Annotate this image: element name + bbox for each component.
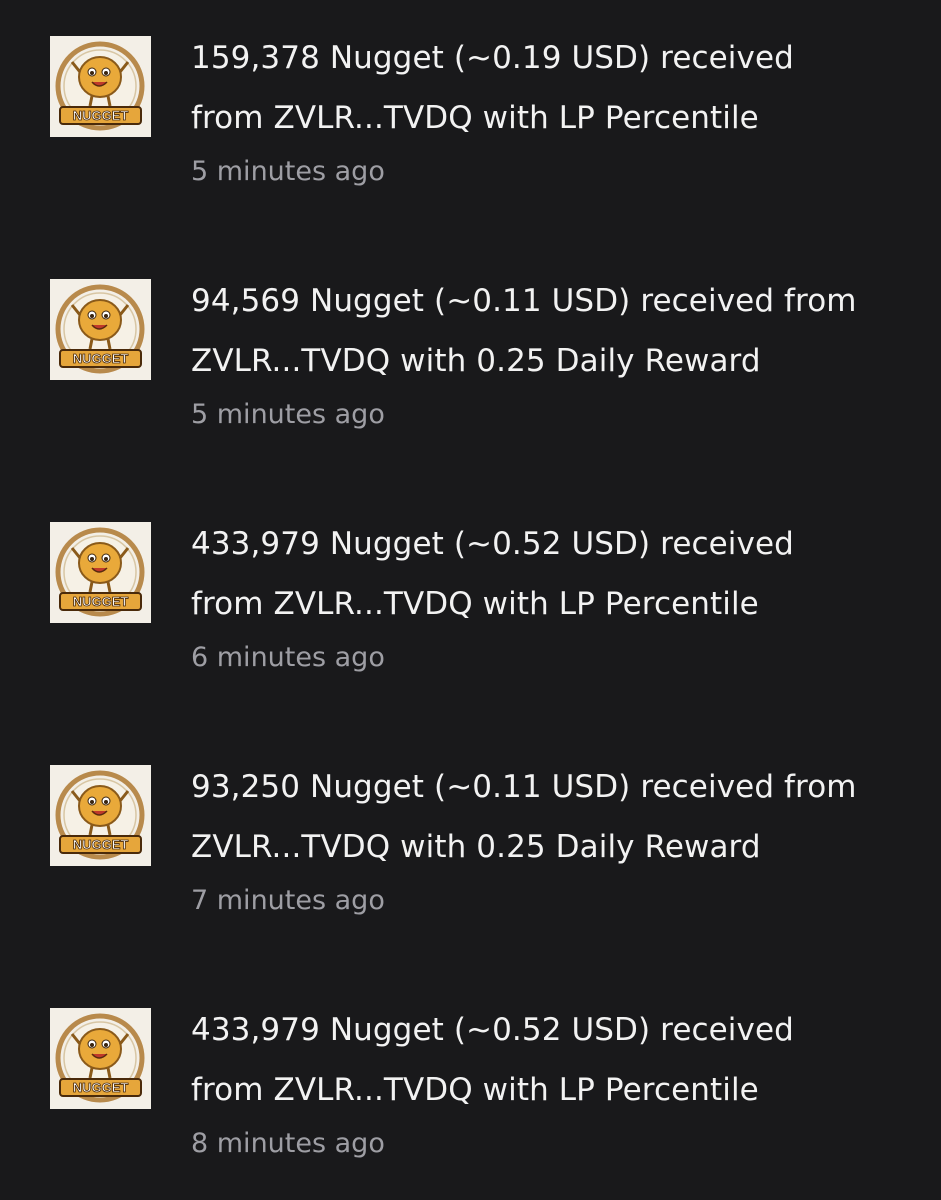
notification-message: 433,979 Nugget (~0.52 USD) received from… xyxy=(191,514,911,634)
nugget-token-icon: NUGGET xyxy=(50,36,151,137)
message-line-2: from ZVLR...TVDQ with LP Percentile xyxy=(191,586,759,622)
notification-item[interactable]: NUGGET 433,979 Nugget (~0.52 USD) receiv… xyxy=(0,514,941,714)
message-line-2: from ZVLR...TVDQ with LP Percentile xyxy=(191,1072,759,1108)
notification-item[interactable]: NUGGET 433,979 Nugget (~0.52 USD) receiv… xyxy=(0,1000,941,1200)
timestamp: 5 minutes ago xyxy=(191,399,385,430)
notification-item[interactable]: NUGGET 93,250 Nugget (~0.11 USD) receive… xyxy=(0,757,941,957)
svg-text:NUGGET: NUGGET xyxy=(73,837,129,852)
message-line-2: ZVLR...TVDQ with 0.25 Daily Reward xyxy=(191,343,761,379)
message-line-1: 93,250 Nugget (~0.11 USD) received from xyxy=(191,769,857,805)
svg-text:NUGGET: NUGGET xyxy=(73,351,129,366)
notification-message: 93,250 Nugget (~0.11 USD) received from … xyxy=(191,757,911,877)
notification-message: 433,979 Nugget (~0.52 USD) received from… xyxy=(191,1000,911,1120)
timestamp: 8 minutes ago xyxy=(191,1128,385,1159)
message-line-1: 433,979 Nugget (~0.52 USD) received xyxy=(191,526,794,562)
svg-text:NUGGET: NUGGET xyxy=(73,1080,129,1095)
nugget-token-icon: NUGGET xyxy=(50,765,151,866)
notification-item[interactable]: NUGGET 94,569 Nugget (~0.11 USD) receive… xyxy=(0,271,941,471)
svg-text:NUGGET: NUGGET xyxy=(73,108,129,123)
timestamp: 6 minutes ago xyxy=(191,642,385,673)
notification-item[interactable]: NUGGET 159,378 Nugget (~0.19 USD) receiv… xyxy=(0,28,941,228)
nugget-token-icon: NUGGET xyxy=(50,522,151,623)
message-line-1: 159,378 Nugget (~0.19 USD) received xyxy=(191,40,794,76)
notification-feed: NUGGET 159,378 Nugget (~0.19 USD) receiv… xyxy=(0,0,941,1200)
message-line-2: ZVLR...TVDQ with 0.25 Daily Reward xyxy=(191,829,761,865)
nugget-token-icon: NUGGET xyxy=(50,1008,151,1109)
timestamp: 5 minutes ago xyxy=(191,156,385,187)
svg-text:NUGGET: NUGGET xyxy=(73,594,129,609)
timestamp: 7 minutes ago xyxy=(191,885,385,916)
notification-message: 159,378 Nugget (~0.19 USD) received from… xyxy=(191,28,911,148)
message-line-1: 94,569 Nugget (~0.11 USD) received from xyxy=(191,283,857,319)
message-line-1: 433,979 Nugget (~0.52 USD) received xyxy=(191,1012,794,1048)
notification-message: 94,569 Nugget (~0.11 USD) received from … xyxy=(191,271,911,391)
nugget-token-icon: NUGGET xyxy=(50,279,151,380)
message-line-2: from ZVLR...TVDQ with LP Percentile xyxy=(191,100,759,136)
